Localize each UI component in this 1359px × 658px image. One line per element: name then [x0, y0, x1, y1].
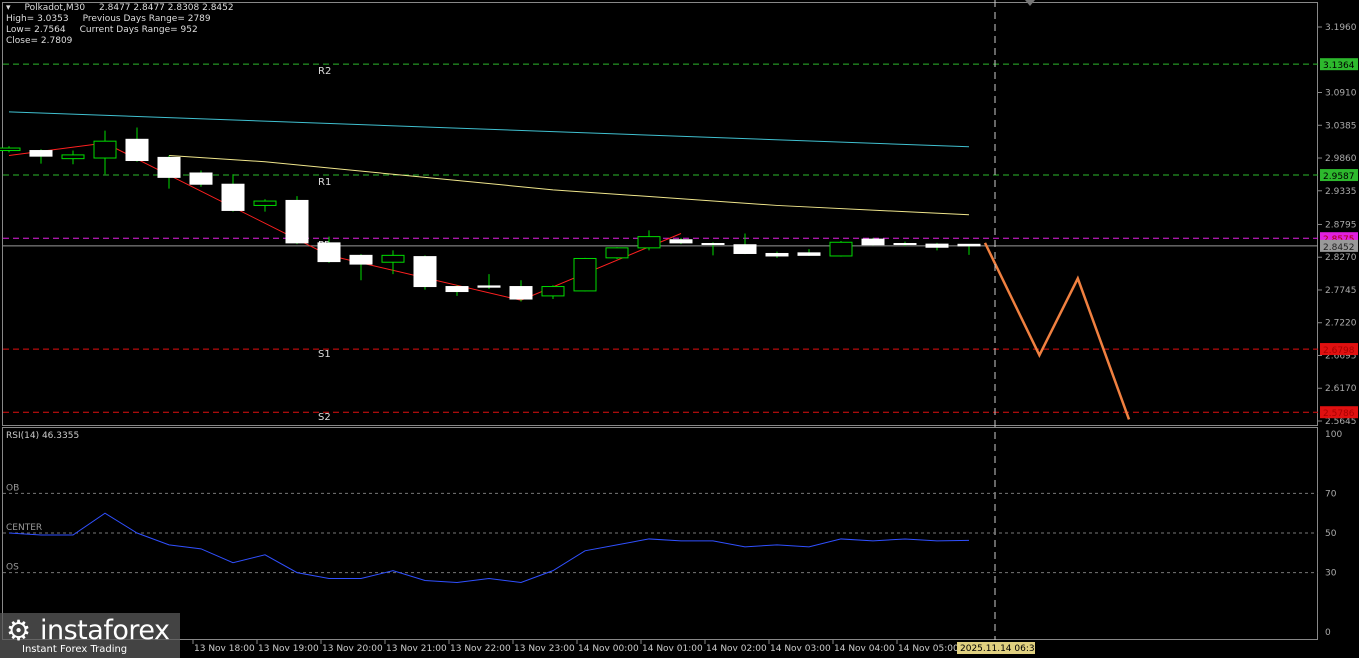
- logo-tagline: Instant Forex Trading: [22, 644, 128, 655]
- time-label: 13 Nov 18:00: [194, 644, 255, 654]
- candle: [413, 256, 437, 288]
- chart-canvas[interactable]: 3.1960 3.0910 3.0385 2.9860 2.9335 2.8795 2.82…: [0, 0, 1359, 658]
- logo-name: instaforex: [40, 615, 170, 646]
- level-price-label: 2.6798: [1323, 346, 1355, 356]
- symbol-title: Polkadot,M30: [24, 3, 86, 13]
- candle: [29, 150, 53, 157]
- candle: [189, 172, 213, 185]
- candle: [253, 200, 277, 206]
- rsi-tick-label: 0: [1325, 628, 1331, 638]
- candle: [893, 242, 917, 245]
- candle: [765, 252, 789, 257]
- level-price-label: 3.1364: [1323, 61, 1355, 71]
- time-label: 14 Nov 03:00: [770, 644, 831, 654]
- slow-moving-average-line: [8, 111, 970, 148]
- candle: [0, 147, 21, 152]
- rsi-tick-label: 100: [1325, 430, 1342, 440]
- rsi-tick-label: 70: [1325, 489, 1337, 499]
- rsi-tick-label: 50: [1325, 529, 1337, 539]
- price-tick-label: 2.7745: [1325, 286, 1357, 296]
- price-tick-label: 2.6170: [1325, 384, 1357, 394]
- rsi-tick-label: 30: [1325, 569, 1337, 579]
- time-label: 13 Nov 20:00: [322, 644, 383, 654]
- time-label: 14 Nov 04:00: [834, 644, 895, 654]
- candle: [93, 140, 117, 159]
- level-price-label: 2.9587: [1323, 172, 1355, 182]
- candle: [829, 241, 853, 257]
- price-tick-label: 2.9335: [1325, 187, 1357, 197]
- time-label: 13 Nov 19:00: [258, 644, 319, 654]
- candle: [925, 243, 949, 248]
- chart-window[interactable]: 3.1960 3.0910 3.0385 2.9860 2.9335 2.8795 2.82…: [0, 0, 1359, 658]
- current-time-label: 2025.11.14 06:30: [960, 644, 1041, 654]
- candle: [61, 154, 85, 160]
- low-value: Low= 2.7564: [6, 25, 66, 35]
- level-label-r2: R2: [318, 66, 331, 77]
- price-tick-label: 3.0910: [1325, 89, 1357, 99]
- candle: [381, 254, 405, 263]
- candle: [157, 156, 181, 178]
- candle: [701, 242, 725, 245]
- level-price-label: 2.5786: [1323, 409, 1355, 419]
- gear-logo-icon: ⚙: [6, 614, 32, 647]
- candle: [637, 236, 661, 249]
- price-tick-label: 2.8795: [1325, 220, 1357, 230]
- candle: [957, 243, 981, 247]
- rsi-level-label: CENTER: [6, 523, 42, 533]
- candle: [317, 242, 341, 263]
- chart-info: ▾ Polkadot,M30 2.8477 2.8477 2.8308 2.8452…: [6, 3, 248, 47]
- prev-range: Previous Days Range= 2789: [82, 14, 211, 24]
- time-label: 13 Nov 22:00: [450, 644, 511, 654]
- time-label: 14 Nov 05:00: [898, 644, 959, 654]
- price-tick-label: 2.7220: [1325, 319, 1357, 329]
- candle: [445, 286, 469, 293]
- candle: [733, 244, 757, 254]
- level-label-s2: S2: [318, 412, 331, 423]
- candle: [573, 257, 597, 292]
- candle: [349, 254, 373, 265]
- candle: [797, 252, 821, 256]
- current-price-label: 2.8452: [1323, 243, 1355, 253]
- high-value: High= 3.0353: [6, 14, 69, 24]
- rsi-level-label: OB: [6, 483, 19, 493]
- collapse-triangle-icon[interactable]: ▾: [6, 3, 11, 13]
- time-label: 14 Nov 02:00: [706, 644, 767, 654]
- ohlc-values: 2.8477 2.8477 2.8308 2.8452: [99, 3, 234, 13]
- candle: [509, 286, 533, 300]
- rsi-label: RSI(14) 46.3355: [6, 431, 79, 441]
- candle: [861, 238, 885, 246]
- price-tick-label: 3.1960: [1325, 23, 1357, 33]
- candle: [605, 247, 629, 259]
- candle: [221, 183, 245, 211]
- price-tick-label: 2.9860: [1325, 154, 1357, 164]
- candle: [541, 286, 565, 297]
- time-label: 13 Nov 21:00: [386, 644, 447, 654]
- price-tick-label: 2.8270: [1325, 253, 1357, 263]
- candle: [477, 285, 501, 288]
- time-label: 13 Nov 23:00: [514, 644, 575, 654]
- curr-range: Current Days Range= 952: [79, 25, 198, 35]
- forecast-line: [983, 242, 1131, 420]
- time-label: 14 Nov 01:00: [642, 644, 703, 654]
- time-label: 14 Nov 00:00: [578, 644, 639, 654]
- level-label-r1: R1: [318, 177, 331, 188]
- level-label-s1: S1: [318, 349, 331, 360]
- price-tick-label: 3.0385: [1325, 121, 1357, 131]
- candle: [285, 199, 309, 244]
- close-value: Close= 2.7809: [6, 36, 73, 46]
- candle: [125, 138, 149, 162]
- rsi-level-label: OS: [6, 563, 19, 573]
- candle: [669, 239, 693, 244]
- instaforex-logo: ⚙ instaforex Instant Forex Trading: [0, 613, 180, 658]
- price-panel-frame: [2, 2, 1318, 426]
